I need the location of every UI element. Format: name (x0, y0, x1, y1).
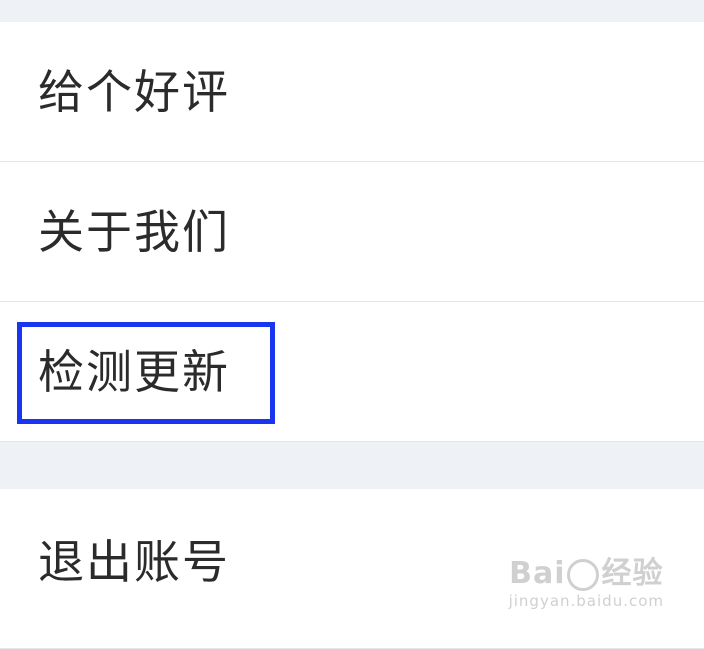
about-us-label: 关于我们 (38, 204, 230, 259)
baidu-jingyan-watermark: Bai 经验 jingyan.baidu.com (509, 548, 664, 610)
watermark-brand: Bai 经验 (509, 548, 664, 592)
watermark-brand-left: Bai (509, 556, 566, 591)
section-gap-middle (0, 442, 704, 489)
rate-us-label: 给个好评 (38, 64, 230, 119)
section-gap-top (0, 0, 704, 22)
watermark-brand-right: 经验 (601, 556, 664, 591)
settings-list: 给个好评 关于我们 检测更新 (0, 22, 704, 442)
rate-us-item[interactable]: 给个好评 (0, 22, 704, 162)
check-update-label: 检测更新 (38, 344, 230, 399)
logout-label: 退出账号 (38, 535, 230, 589)
check-update-item[interactable]: 检测更新 (0, 302, 704, 442)
watermark-url: jingyan.baidu.com (508, 592, 664, 610)
about-us-item[interactable]: 关于我们 (0, 162, 704, 302)
baidu-paw-icon (567, 558, 600, 591)
